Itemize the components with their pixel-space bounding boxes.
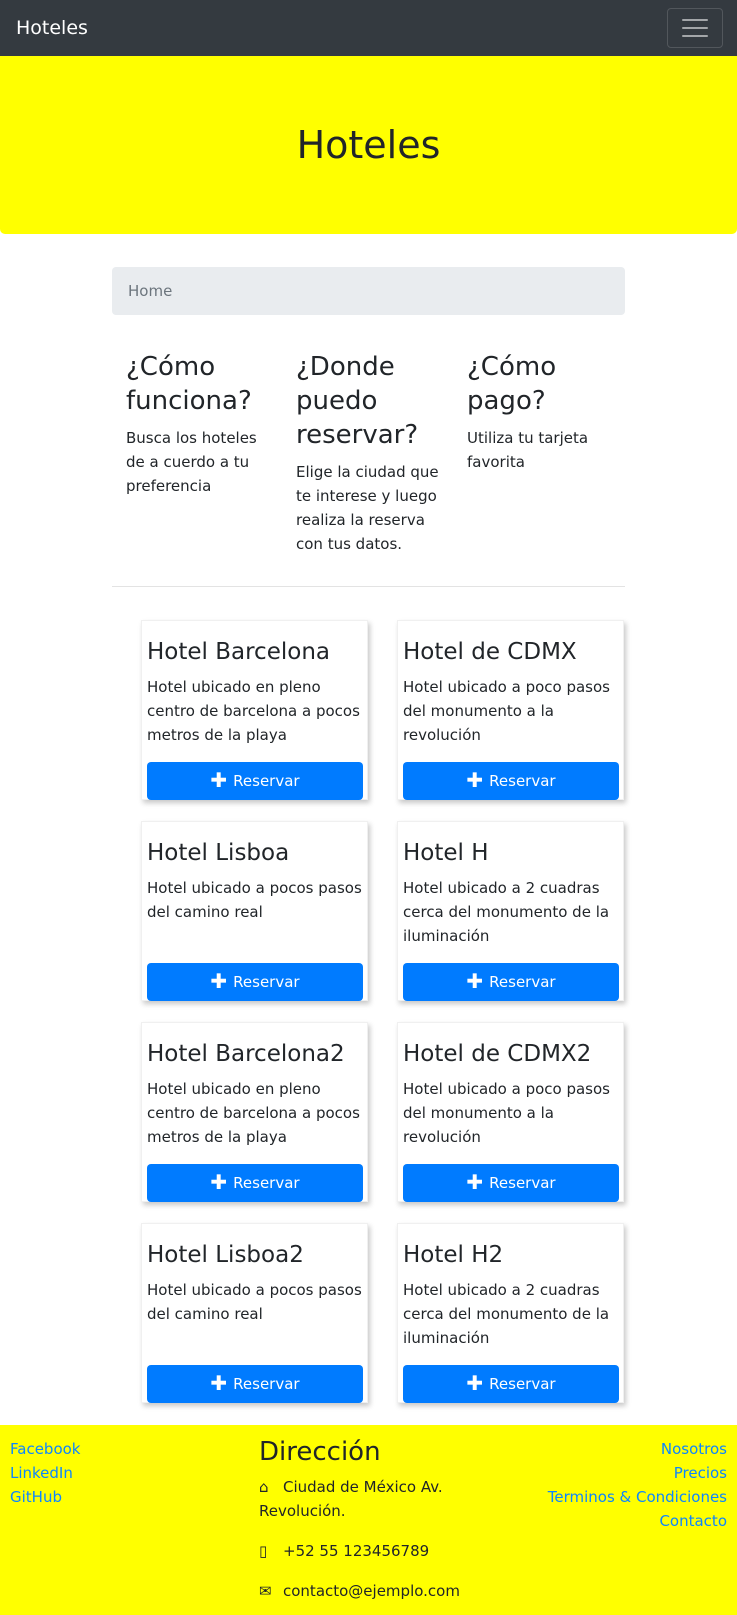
hotel-name: Hotel de CDMX [403, 639, 577, 665]
address-text: Ciudad de México Av. Revolución. [259, 1478, 443, 1520]
hotel-description: Hotel ubicado a pocos pasos del camino r… [147, 879, 362, 921]
breadcrumb: Home [112, 267, 625, 315]
navbar-toggle-button[interactable] [667, 8, 723, 48]
breadcrumb-home[interactable]: Home [128, 282, 172, 300]
plus-icon: ✚ [210, 969, 228, 993]
hero-title: Hoteles [296, 123, 441, 167]
hamburger-icon [682, 27, 708, 29]
reserve-label: Reservar [233, 973, 300, 991]
email-text: contacto@ejemplo.com [283, 1582, 460, 1600]
reserve-label: Reservar [489, 973, 556, 991]
hotel-card: Hotel Lisboa2 Hotel ubicado a pocos paso… [141, 1223, 368, 1403]
hotel-card: Hotel H Hotel ubicado a 2 cuadras cerca … [397, 821, 624, 1001]
reserve-label: Reservar [489, 1375, 556, 1393]
info-title: ¿Donde puedo reservar? [296, 352, 419, 450]
plus-icon: ✚ [210, 1371, 228, 1395]
hotel-description: Hotel ubicado a poco pasos del monumento… [403, 1080, 610, 1146]
hotel-card: Hotel de CDMX Hotel ubicado a poco pasos… [397, 620, 624, 800]
hotel-name: Hotel Barcelona [147, 639, 330, 665]
inbox-icon: ✉ [259, 1582, 272, 1600]
hotel-name: Hotel de CDMX2 [403, 1041, 592, 1067]
navbar-brand[interactable]: Hoteles [16, 17, 88, 39]
reserve-label: Reservar [489, 772, 556, 790]
reserve-label: Reservar [233, 1375, 300, 1393]
info-column-payment: ¿Cómo pago? Utiliza tu tarjeta favorita [467, 350, 617, 474]
reserve-button[interactable]: ✚ Reservar [403, 1365, 619, 1403]
hotel-card: Hotel H2 Hotel ubicado a 2 cuadras cerca… [397, 1223, 624, 1403]
plus-icon: ✚ [466, 768, 484, 792]
hotel-description: Hotel ubicado en pleno centro de barcelo… [147, 678, 360, 744]
reserve-button[interactable]: ✚ Reservar [147, 963, 363, 1001]
info-column-where-to-book: ¿Donde puedo reservar? Elige la ciudad q… [296, 350, 446, 556]
hotel-name: Hotel Lisboa2 [147, 1242, 304, 1268]
plus-icon: ✚ [466, 969, 484, 993]
phone-icon: ▯ [259, 1542, 268, 1560]
reserve-button[interactable]: ✚ Reservar [403, 963, 619, 1001]
terms-link[interactable]: Terminos & Condiciones [548, 1485, 727, 1509]
hamburger-icon [682, 35, 708, 37]
hotel-description: Hotel ubicado a pocos pasos del camino r… [147, 1281, 362, 1323]
info-text: Elige la ciudad que te interese y luego … [296, 463, 439, 553]
footer-links: Nosotros Precios Terminos & Condiciones … [548, 1437, 727, 1533]
reserve-label: Reservar [233, 772, 300, 790]
address-block: Dirección ⌂ Ciudad de México Av. Revoluci… [259, 1435, 469, 1615]
address-row: ⌂ Ciudad de México Av. Revolución. [259, 1475, 469, 1523]
info-column-how-it-works: ¿Cómo funciona? Busca los hoteles de a c… [126, 350, 276, 498]
plus-icon: ✚ [466, 1170, 484, 1194]
hotel-card: Hotel de CDMX2 Hotel ubicado a poco paso… [397, 1022, 624, 1202]
reserve-button[interactable]: ✚ Reservar [147, 1365, 363, 1403]
facebook-link[interactable]: Facebook [10, 1437, 80, 1461]
hotel-name: Hotel H [403, 840, 489, 866]
reserve-label: Reservar [233, 1174, 300, 1192]
footer: Facebook LinkedIn GitHub Dirección ⌂ Ciud… [0, 1425, 737, 1615]
plus-icon: ✚ [210, 768, 228, 792]
hotel-card: Hotel Barcelona2 Hotel ubicado en pleno … [141, 1022, 368, 1202]
linkedin-link[interactable]: LinkedIn [10, 1461, 80, 1485]
precios-link[interactable]: Precios [548, 1461, 727, 1485]
hero-banner: Hoteles [0, 56, 737, 234]
reserve-button[interactable]: ✚ Reservar [147, 1164, 363, 1202]
info-text: Busca los hoteles de a cuerdo a tu prefe… [126, 429, 257, 495]
nosotros-link[interactable]: Nosotros [548, 1437, 727, 1461]
hamburger-icon [682, 19, 708, 21]
navbar: Hoteles [0, 0, 737, 56]
hotel-description: Hotel ubicado a poco pasos del monumento… [403, 678, 610, 744]
address-title: Dirección [259, 1437, 381, 1467]
plus-icon: ✚ [210, 1170, 228, 1194]
hotel-card: Hotel Barcelona Hotel ubicado en pleno c… [141, 620, 368, 800]
section-divider [112, 586, 625, 587]
hotel-description: Hotel ubicado a 2 cuadras cerca del monu… [403, 1281, 610, 1347]
plus-icon: ✚ [466, 1371, 484, 1395]
reserve-label: Reservar [489, 1174, 556, 1192]
home-icon: ⌂ [259, 1478, 269, 1496]
phone-row: ▯ +52 55 123456789 [259, 1539, 469, 1563]
github-link[interactable]: GitHub [10, 1485, 80, 1509]
phone-text: +52 55 123456789 [283, 1542, 430, 1560]
info-title: ¿Cómo funciona? [126, 352, 252, 416]
info-title: ¿Cómo pago? [467, 352, 557, 416]
info-text: Utiliza tu tarjeta favorita [467, 429, 589, 471]
hotel-card: Hotel Lisboa Hotel ubicado a pocos pasos… [141, 821, 368, 1001]
email-row: ✉ contacto@ejemplo.com [259, 1579, 469, 1603]
reserve-button[interactable]: ✚ Reservar [403, 1164, 619, 1202]
hotel-name: Hotel Lisboa [147, 840, 290, 866]
contacto-link[interactable]: Contacto [548, 1509, 727, 1533]
social-links: Facebook LinkedIn GitHub [10, 1437, 80, 1509]
reserve-button[interactable]: ✚ Reservar [147, 762, 363, 800]
hotel-name: Hotel Barcelona2 [147, 1041, 345, 1067]
hotel-description: Hotel ubicado en pleno centro de barcelo… [147, 1080, 360, 1146]
hotel-name: Hotel H2 [403, 1242, 504, 1268]
reserve-button[interactable]: ✚ Reservar [403, 762, 619, 800]
hotel-description: Hotel ubicado a 2 cuadras cerca del monu… [403, 879, 610, 945]
